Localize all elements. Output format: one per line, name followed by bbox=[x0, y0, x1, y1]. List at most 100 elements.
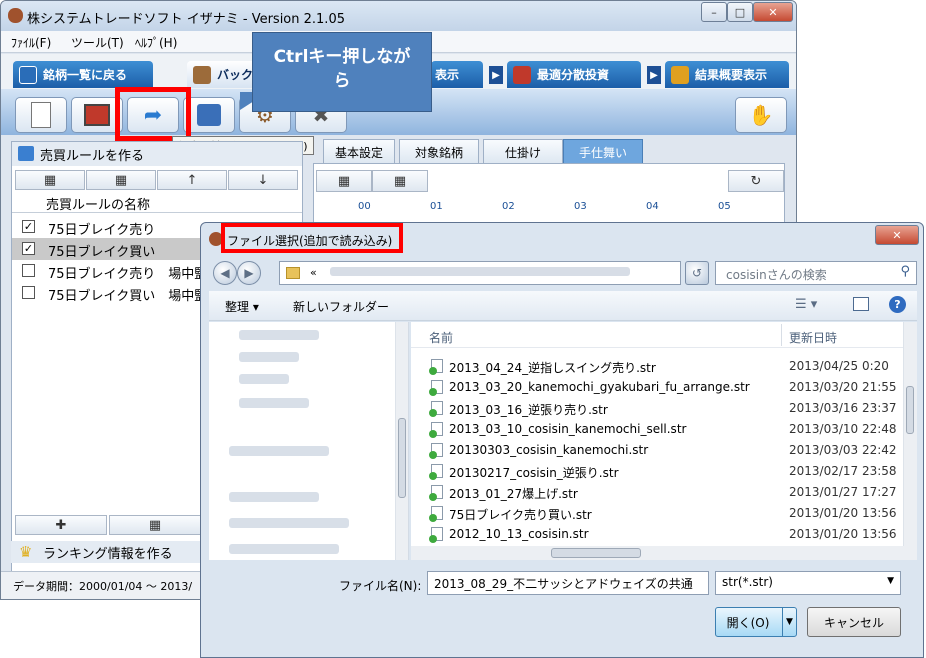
rule-checkbox[interactable]: ✓ bbox=[22, 242, 35, 255]
app-icon bbox=[8, 8, 23, 23]
callout-note: Ctrlキー押しながら bbox=[252, 32, 432, 112]
tab-result-summary[interactable]: 結果概要表示 bbox=[665, 61, 789, 88]
nav-item[interactable] bbox=[239, 398, 309, 408]
open-dropdown-icon[interactable]: ▼ bbox=[782, 608, 796, 636]
column-name[interactable]: 名前 bbox=[429, 329, 453, 346]
bag-icon bbox=[193, 65, 211, 84]
new-file-icon bbox=[31, 102, 51, 128]
file-icon bbox=[429, 422, 443, 438]
hour-label: 00 bbox=[358, 201, 371, 212]
nav-item[interactable] bbox=[229, 544, 339, 554]
nav-item[interactable] bbox=[229, 518, 349, 528]
preview-pane-icon[interactable] bbox=[853, 297, 869, 311]
folder-icon bbox=[286, 267, 300, 279]
tab-target-stocks[interactable]: 対象銘柄 bbox=[399, 139, 479, 164]
hscroll-thumb[interactable] bbox=[551, 548, 641, 558]
minimize-button[interactable]: – bbox=[701, 2, 727, 22]
open-button[interactable]: 開く(O) ▼ bbox=[715, 607, 797, 637]
refresh-address-button[interactable]: ↺ bbox=[685, 261, 709, 285]
refresh-button[interactable]: ↻ bbox=[728, 170, 784, 192]
address-bar[interactable]: « bbox=[279, 261, 681, 285]
file-icon bbox=[429, 443, 443, 459]
rule-checkbox[interactable] bbox=[22, 264, 35, 277]
nav-item[interactable] bbox=[239, 330, 319, 340]
move-down-button[interactable]: ↓ bbox=[228, 170, 298, 190]
nav-scroll-thumb[interactable] bbox=[398, 418, 406, 498]
address-path-blurred bbox=[330, 267, 631, 276]
cancel-button[interactable]: キャンセル bbox=[807, 607, 901, 637]
file-row[interactable]: 2013_03_16_逆張り売り.str 2013/03/16 23:37 bbox=[411, 398, 901, 419]
nav-item[interactable] bbox=[239, 352, 299, 362]
back-icon bbox=[19, 65, 37, 84]
column-date[interactable]: 更新日時 bbox=[789, 329, 837, 346]
file-icon bbox=[429, 485, 443, 501]
file-type-select[interactable]: str(*.str) ▼ bbox=[715, 571, 901, 595]
file-row[interactable]: 20130217_cosisin_逆張り.str 2013/02/17 23:58 bbox=[411, 461, 901, 482]
calculator-icon bbox=[513, 65, 531, 84]
copy-condition-button[interactable]: ▦ bbox=[316, 170, 372, 192]
callout-text: Ctrlキー押しながら bbox=[273, 47, 411, 91]
help-icon[interactable]: ? bbox=[889, 296, 906, 313]
add-rule-button[interactable]: ✚ bbox=[15, 515, 107, 535]
move-up-button[interactable]: ↑ bbox=[157, 170, 227, 190]
save-rule-button[interactable]: ▦ bbox=[15, 170, 85, 190]
search-input[interactable]: cosisinさんの検索 ⚲ bbox=[715, 261, 917, 285]
hour-label: 04 bbox=[646, 201, 659, 212]
tab-entry[interactable]: 仕掛け bbox=[483, 139, 563, 164]
help-button[interactable]: ✋ bbox=[735, 97, 787, 133]
filename-input[interactable]: 2013_08_29_不二サッシとアドウェイズの共通 bbox=[427, 571, 709, 595]
tab-stock-list[interactable]: 銘柄一覧に戻る bbox=[13, 61, 153, 88]
menu-help[interactable]: ﾍﾙﾌﾟ(H) bbox=[135, 34, 177, 51]
tab-display[interactable]: 表示 bbox=[431, 61, 483, 88]
rule-checkbox[interactable] bbox=[22, 286, 35, 299]
forward-button[interactable]: ▶ bbox=[237, 261, 261, 285]
close-button[interactable]: ✕ bbox=[753, 2, 793, 22]
maximize-button[interactable]: □ bbox=[727, 2, 753, 22]
rule-checkbox[interactable]: ✓ bbox=[22, 220, 35, 233]
nav-item[interactable] bbox=[229, 492, 319, 502]
copy-rule-button[interactable]: ▦ bbox=[109, 515, 201, 535]
horizontal-scrollbar[interactable] bbox=[411, 546, 905, 560]
file-row[interactable]: 75日ブレイク売り買い.str 2013/01/20 13:56 bbox=[411, 503, 901, 524]
file-list: 名前 更新日時 2013_04_24_逆指しスイング売り.str 2013/04/… bbox=[411, 322, 917, 560]
file-row[interactable]: 20130303_cosisin_kanemochi.str 2013/03/03… bbox=[411, 440, 901, 461]
search-icon: ⚲ bbox=[900, 264, 910, 279]
hour-label: 02 bbox=[502, 201, 515, 212]
file-icon bbox=[429, 380, 443, 396]
menu-tools[interactable]: ツール(T) bbox=[71, 34, 124, 51]
save-as-rule-button[interactable]: ▦ bbox=[86, 170, 156, 190]
address-row: ◀ ▶ « ↺ cosisinさんの検索 ⚲ bbox=[201, 257, 923, 287]
new-folder-button[interactable]: 新しいフォルダー bbox=[293, 298, 389, 315]
new-file-button[interactable] bbox=[15, 97, 67, 133]
file-row[interactable]: 2013_03_20_kanemochi_gyakubari_fu_arrang… bbox=[411, 377, 901, 398]
nav-scrollbar[interactable] bbox=[395, 322, 408, 560]
view-icon[interactable]: ☰ ▾ bbox=[795, 297, 817, 312]
filename-label: ファイル名(N): bbox=[339, 579, 422, 593]
file-row[interactable]: 2013_01_27爆上げ.str 2013/01/27 17:27 bbox=[411, 482, 901, 503]
back-button[interactable]: ◀ bbox=[213, 261, 237, 285]
nav-item[interactable] bbox=[239, 374, 289, 384]
file-row[interactable]: 2013_04_24_逆指しスイング売り.str 2013/04/25 0:20 bbox=[411, 356, 901, 377]
file-icon bbox=[429, 401, 443, 417]
tab-exit[interactable]: 手仕舞い bbox=[563, 139, 643, 164]
file-row[interactable]: 2013_03_10_cosisin_kanemochi_sell.str 201… bbox=[411, 419, 901, 440]
file-list-scrollbar[interactable] bbox=[903, 322, 917, 560]
command-bar: 整理 ▾ 新しいフォルダー ☰ ▾ ? bbox=[209, 291, 917, 321]
tab-optimal-portfolio[interactable]: 最適分散投資 bbox=[507, 61, 641, 88]
file-scroll-thumb[interactable] bbox=[906, 386, 914, 434]
bar-chart-icon bbox=[671, 65, 689, 84]
file-row[interactable]: 2012_10_13_cosisin.str 2013/01/20 13:56 bbox=[411, 524, 901, 545]
rule-icon bbox=[18, 146, 34, 161]
highlight-load-button bbox=[115, 87, 191, 141]
chevron-down-icon: ▼ bbox=[887, 576, 894, 586]
nav-item[interactable] bbox=[229, 446, 329, 456]
tab-basic-settings[interactable]: 基本設定 bbox=[323, 139, 395, 164]
organize-button[interactable]: 整理 ▾ bbox=[225, 298, 259, 315]
menu-file[interactable]: ﾌｧｲﾙ(F) bbox=[11, 34, 51, 51]
file-icon bbox=[429, 506, 443, 522]
panel-header: 売買ルールを作る bbox=[12, 142, 302, 166]
dialog-close-button[interactable]: ✕ bbox=[875, 225, 919, 245]
paste-condition-button[interactable]: ▦ bbox=[372, 170, 428, 192]
crown-icon: ♛ bbox=[19, 543, 33, 561]
window-title: 株システムトレードソフト イザナミ - Version 2.1.05 bbox=[27, 12, 345, 27]
